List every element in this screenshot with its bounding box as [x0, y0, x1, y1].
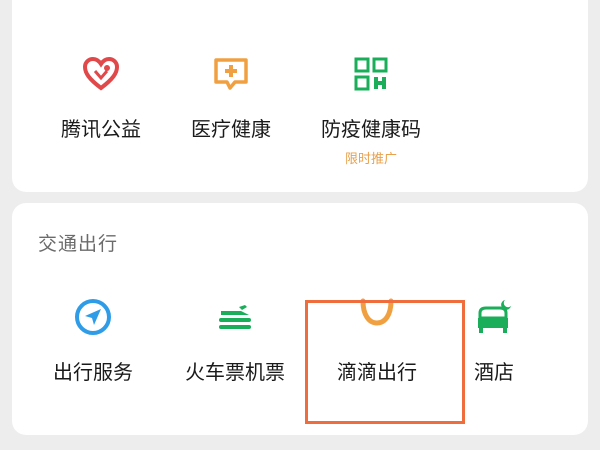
health-qr-code-icon — [354, 57, 388, 91]
medical-chat-icon — [214, 58, 248, 90]
navigation-compass-icon — [75, 299, 111, 335]
promo-badge: 限时推广 — [344, 152, 397, 167]
train-plane-icon — [219, 305, 251, 329]
heart-charity-icon — [82, 56, 120, 91]
highlight-box — [305, 300, 465, 424]
section-title: 交通出行 — [38, 233, 119, 255]
tile-label: 防疫健康码 — [321, 117, 421, 141]
transport-card: 交通出行 出行服务 火车票机票 滴滴出行 酒店 — [12, 203, 588, 435]
hotel-bed-icon — [478, 300, 511, 333]
services-card: 腾讯公益 医疗健康 防疫健康码 限时推广 — [12, 0, 588, 192]
